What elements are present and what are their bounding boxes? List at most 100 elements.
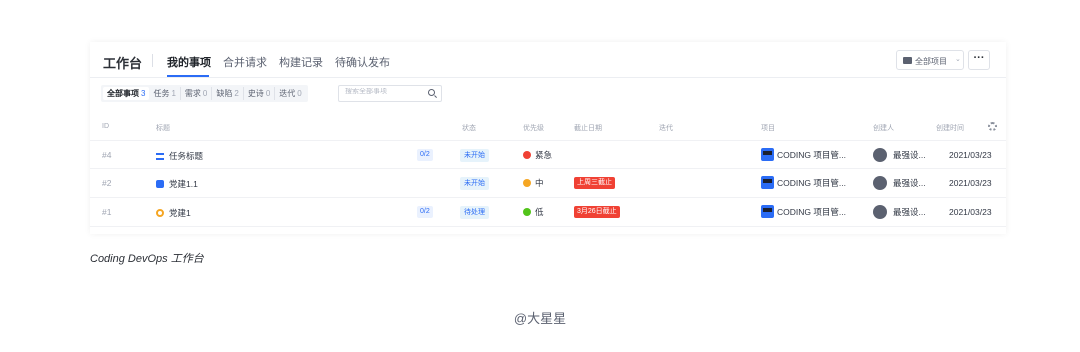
chevron-down-icon: ⌄ [955,56,961,63]
filter-label: 任务 [153,89,170,98]
author-credit: @大星星 [513,311,567,326]
avatar [873,205,887,219]
column-header-id: ID [102,123,109,130]
creator-name: 最强设... [893,207,926,217]
priority-label: 低 [535,207,544,217]
filter-iteration[interactable]: 迭代 0 [275,87,305,100]
status-badge[interactable]: 未开始 [460,149,489,162]
project-logo-icon [761,148,774,161]
filter-label: 迭代 [279,89,296,98]
item-id: #1 [102,207,112,217]
tab-my-items[interactable]: 我的事项 [167,54,211,70]
project-select[interactable]: 全部项目 ⌄ [896,50,964,70]
project-name: CODING 项目管... [777,149,846,160]
filter-count: 0 [265,89,271,98]
filter-defect[interactable]: 缺陷 2 [212,87,244,100]
priority-medium-icon [523,179,531,187]
due-date-badge[interactable]: 上周三截止 [574,177,615,189]
subtask-count-badge: 0/2 [417,206,433,218]
avatar [873,148,887,162]
tab-build-records[interactable]: 构建记录 [279,54,323,70]
project-select-label: 全部项目 [915,57,947,66]
item-title-text: 任务标题 [169,151,204,161]
column-header-project: 项目 [761,125,775,132]
status-badge[interactable]: 待处理 [460,206,489,219]
created-date: 2021/03/23 [949,178,992,188]
active-tab-indicator [167,75,209,77]
column-header-priority: 优先级 [523,125,544,132]
table-row[interactable]: #1 党建1 0/2 待处理 低 3月26日截止 CODING 项目管... 最… [90,198,1006,227]
item-title[interactable]: 任务标题 [156,150,203,162]
avatar [873,176,887,190]
creator-cell: 最强设... [873,148,926,162]
requirement-type-icon [156,180,164,188]
created-date: 2021/03/23 [949,207,992,217]
table-row[interactable]: #4 任务标题 0/2 未开始 紧急 CODING 项目管... 最强设... … [90,140,1006,169]
tab-merge-requests[interactable]: 合并请求 [223,54,267,70]
project-logo-icon [761,176,774,189]
creator-name: 最强设... [893,150,926,160]
filter-count: 0 [202,89,208,98]
subtask-count-badge: 0/2 [417,149,433,161]
filter-count: 2 [234,89,239,98]
column-header-creator: 创建人 [873,125,894,132]
created-date: 2021/03/23 [949,150,992,160]
more-button[interactable]: ··· [968,50,990,70]
creator-name: 最强设... [893,178,926,188]
filter-label: 需求 [184,89,201,98]
search-input[interactable] [345,88,425,95]
tab-pending-release[interactable]: 待确认发布 [335,54,390,70]
folder-icon [903,57,912,64]
column-header-iteration: 迭代 [659,125,673,132]
due-date-badge[interactable]: 3月26日截止 [574,206,620,218]
task-type-icon [156,152,164,160]
priority[interactable]: 中 [523,177,544,189]
item-title[interactable]: 党建1 [156,207,191,219]
filter-requirement[interactable]: 需求 0 [181,87,213,100]
filter-count: 1 [171,89,176,98]
priority-urgent-icon [523,151,531,159]
project-name: CODING 项目管... [777,177,846,188]
defect-type-icon [156,209,164,217]
priority-low-icon [523,208,531,216]
column-header-created-time: 创建时间 [936,125,964,132]
priority[interactable]: 低 [523,206,544,218]
filter-task[interactable]: 任务 1 [149,87,181,100]
column-header-due-date: 截止日期 [574,125,602,132]
project-logo-icon [761,205,774,218]
filter-all[interactable]: 全部事项 3 [103,87,150,100]
filter-label: 史诗 [247,89,264,98]
type-filter-tabs: 全部事项 3 任务 1 需求 0 缺陷 2 史诗 0 迭代 0 [101,85,308,102]
creator-cell: 最强设... [873,205,926,219]
priority-label: 中 [535,178,544,188]
filter-epic[interactable]: 史诗 0 [244,87,276,100]
column-header-title: 标题 [156,125,170,132]
item-title-text: 党建1 [169,208,191,218]
page-title: 工作台 [103,56,143,71]
figure-caption: Coding DevOps 工作台 [90,253,204,265]
item-id: #2 [102,178,112,188]
header-divider [152,54,153,67]
workbench-panel: 工作台 我的事项 合并请求 构建记录 待确认发布 全部项目 ⌄ ··· 全部事项… [90,42,1006,234]
item-title-text: 党建1.1 [169,179,198,189]
table-row[interactable]: #2 党建1.1 未开始 中 上周三截止 CODING 项目管... 最强设..… [90,169,1006,198]
priority-label: 紧急 [535,150,553,160]
column-header-status: 状态 [462,125,476,132]
search-icon[interactable] [428,89,435,96]
project-cell[interactable]: CODING 项目管... [761,205,846,218]
priority[interactable]: 紧急 [523,149,552,161]
filter-count: 3 [141,89,146,98]
creator-cell: 最强设... [873,176,926,190]
header-bar: 工作台 我的事项 合并请求 构建记录 待确认发布 全部项目 ⌄ ··· [90,42,1006,78]
search-box [338,85,442,102]
gear-icon[interactable] [988,122,997,131]
status-badge[interactable]: 未开始 [460,177,489,190]
filter-label: 缺陷 [216,89,233,98]
item-id: #4 [102,150,112,160]
filter-label: 全部事项 [107,89,139,98]
project-name: CODING 项目管... [777,206,846,217]
project-cell[interactable]: CODING 项目管... [761,176,846,189]
filter-count: 0 [297,89,302,98]
project-cell[interactable]: CODING 项目管... [761,148,846,161]
item-title[interactable]: 党建1.1 [156,178,198,190]
